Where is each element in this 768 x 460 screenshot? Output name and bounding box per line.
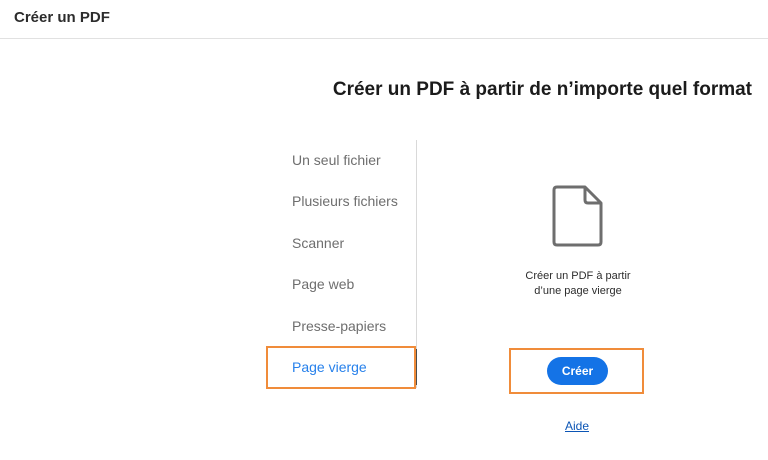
description-line-2: d’une page vierge [534,285,622,297]
sidebar-item-multiple-files[interactable]: Plusieurs fichiers [292,193,398,209]
window-title: Créer un PDF [14,9,110,26]
create-button[interactable]: Créer [547,357,608,385]
sidebar-item-web-page[interactable]: Page web [292,276,354,292]
sidebar-item-scanner[interactable]: Scanner [292,235,344,251]
highlight-box-blank-page [266,346,416,389]
help-link[interactable]: Aide [560,419,594,433]
blank-document-icon [552,185,603,247]
description-line-1: Créer un PDF à partir [525,270,631,282]
sidebar-item-clipboard[interactable]: Presse-papiers [292,318,386,334]
blank-page-description: Créer un PDF à partir d’une page vierge [498,269,658,299]
sidebar-item-single-file[interactable]: Un seul fichier [292,152,381,168]
top-bar: Créer un PDF [0,0,768,39]
page-headline: Créer un PDF à partir de n’importe quel … [332,79,752,100]
